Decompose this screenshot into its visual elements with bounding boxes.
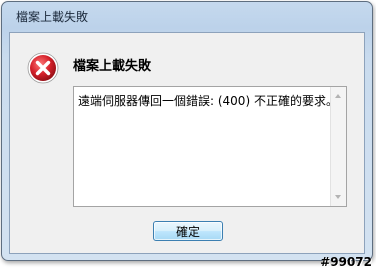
- dialog-heading: 檔案上載失敗: [73, 59, 152, 74]
- message-scrollbar[interactable]: [330, 87, 346, 206]
- error-message-textbox[interactable]: 遠端伺服器傳回一個錯誤: (400) 不正確的要求。: [73, 86, 347, 207]
- error-message-text: 遠端伺服器傳回一個錯誤: (400) 不正確的要求。: [78, 94, 338, 108]
- window-title: 檔案上載失敗: [16, 10, 89, 24]
- dialog-body: 檔案上載失敗 遠端伺服器傳回一個錯誤: (400) 不正確的要求。 確定: [9, 32, 365, 254]
- watermark-id: #99072: [320, 255, 372, 269]
- title-bar[interactable]: 檔案上載失敗: [2, 2, 372, 30]
- error-dialog-window: 檔案上載失敗 檔案上載失敗 遠端伺服器傳回一個錯誤: (400) 不正確的要求。…: [1, 1, 373, 261]
- scroll-up-arrow-icon[interactable]: [335, 94, 341, 98]
- ok-button[interactable]: 確定: [153, 221, 223, 241]
- error-icon: [27, 52, 59, 84]
- scroll-down-arrow-icon[interactable]: [335, 195, 341, 199]
